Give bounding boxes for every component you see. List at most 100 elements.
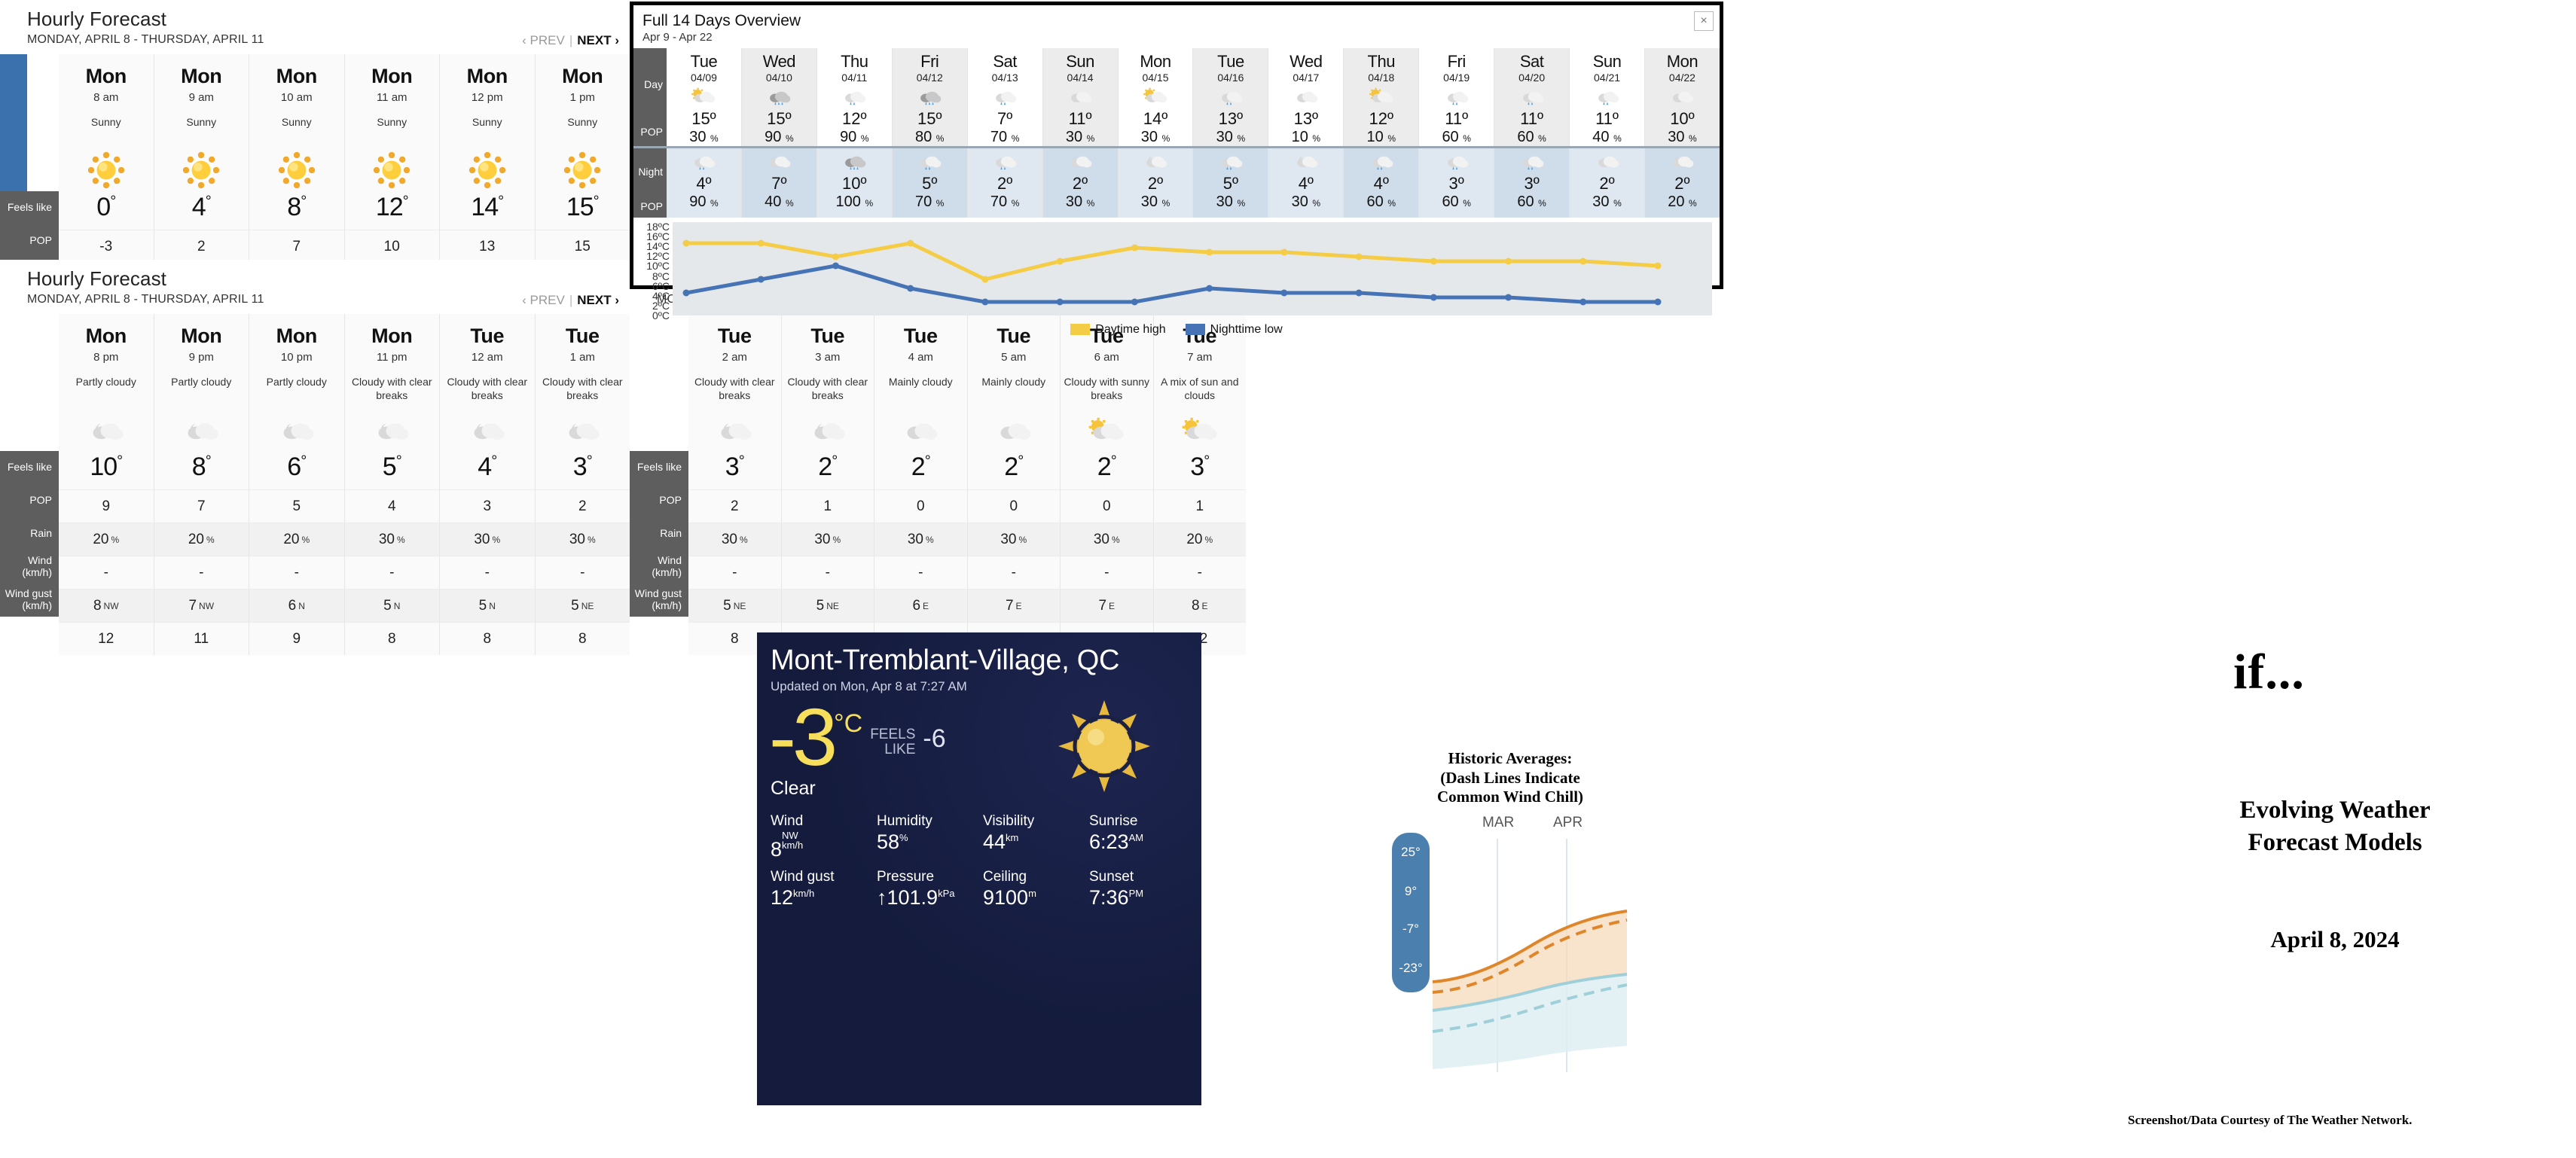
overview-day-column[interactable]: Tue 04/09 15º 30 %	[667, 48, 741, 146]
overview-dow: Sat	[993, 52, 1017, 71]
overview-day-column[interactable]: 4º 90 %	[667, 148, 741, 218]
overview-day-column[interactable]: Sun 04/14 11º 30 %	[1042, 48, 1118, 146]
overview-day-pop: 80 %	[914, 129, 945, 145]
hourly-panel-nav: ‹ PREV | NEXT ›	[522, 33, 619, 48]
overview-day-column[interactable]: Sun 04/21 11º 40 %	[1569, 48, 1644, 146]
column-wind-gust: 12	[59, 622, 154, 655]
detail-sunset: Sunset 7:36PM	[1089, 869, 1191, 910]
column-wind: 6E	[874, 589, 967, 622]
cloudy-clear-breaks-icon	[536, 407, 630, 453]
overview-day-column[interactable]: Fri 04/12 15º 80 %	[891, 48, 967, 146]
overview-day-column[interactable]: 10º 100 %	[816, 148, 892, 218]
full-14-days-overview: Full 14 Days Overview Apr 9 - Apr 22 × D…	[630, 2, 1723, 336]
column-condition: A mix of sun and clouds	[1160, 376, 1239, 401]
overview-night-row: Night POP 4º 90 % 7º 40 % 10º 100 % 5º 70 % 2º 70 %…	[633, 148, 1720, 218]
column-feels-like: 7	[154, 489, 249, 523]
overview-day-column[interactable]: Wed 04/17 13º 10 %	[1268, 48, 1343, 146]
column-temperature: 5°	[382, 453, 402, 481]
column-hour: 8 am	[93, 91, 119, 104]
overview-day-temp: 11º	[1595, 109, 1619, 128]
hourly-column[interactable]: Tue 6 am Cloudy with sunny breaks 2° 0 30% -7 E…	[1060, 314, 1153, 655]
hourly-column[interactable]: Mon 8 pm Partly cloudy 10° 9 20% -8 NW 12	[59, 314, 154, 655]
row-label-wind-km-h: Wind(km/h)	[0, 550, 59, 584]
hourly-column[interactable]: Tue 1 am Cloudy with clear breaks 3° 2 30% -5 N…	[534, 314, 630, 655]
overview-day-column[interactable]: 4º 30 %	[1268, 148, 1344, 218]
overview-day-column[interactable]: 2º 30 %	[1117, 148, 1193, 218]
overview-night-pop: 30 %	[1140, 194, 1170, 210]
overview-day-column[interactable]: 4º 60 %	[1343, 148, 1419, 218]
hourly-column[interactable]: Tue 3 am Cloudy with clear breaks 2° 1 30% -5 N…	[780, 314, 874, 655]
overview-day-pop: 30 %	[1065, 129, 1095, 145]
hourly-panel-header: Hourly ForecastMONDAY, APRIL 8 - THURSDA…	[0, 260, 630, 314]
prev-button[interactable]: ‹ PREV	[522, 33, 565, 47]
overview-day-column[interactable]: Sat 04/20 11º 60 %	[1494, 48, 1570, 146]
overview-day-column[interactable]: 3º 60 %	[1494, 148, 1570, 218]
hourly-column[interactable]: Tue7 amA mix of sun and clouds3°120%-8E1…	[1152, 314, 1247, 655]
overview-day-column[interactable]: 5º 70 %	[891, 148, 967, 218]
overview-day-column[interactable]: Fri 04/19 11º 60 %	[1418, 48, 1494, 146]
overview-day-column[interactable]: Thu 04/18 12º 10 %	[1343, 48, 1419, 146]
overview-day-pop: 90 %	[765, 129, 794, 145]
close-icon[interactable]: ×	[1694, 11, 1714, 31]
column-hour: 2 am	[722, 351, 747, 364]
current-conditions-card: Mont-Tremblant-Village, QC Updated on Mo…	[757, 632, 1201, 1105]
overview-day-pop: 30 %	[1668, 129, 1697, 145]
overview-day-column[interactable]: Wed 04/10 15º 90 %	[740, 48, 816, 146]
overview-day-column[interactable]: Mon 04/22 10º 30 %	[1644, 48, 1720, 146]
column-day: Mon	[276, 325, 318, 347]
column-feels-like: 2	[535, 489, 630, 523]
overview-day-grid: Day POP Tue 04/09 15º 30 % Wed 04/10 15º 90 % Thu 0…	[633, 48, 1720, 146]
hourly-column[interactable]: Tue5 amMainly cloudy2°030%-7E11	[966, 314, 1060, 655]
prev-button[interactable]: ‹ PREV	[522, 293, 565, 307]
column-day: Tue	[470, 325, 505, 347]
column-pop: 30%	[874, 523, 967, 556]
column-pop: 30%	[1061, 523, 1153, 556]
rain-cloud-icon	[1494, 148, 1569, 174]
column-feels-like: 9	[59, 489, 154, 523]
overview-day-column[interactable]: 2º 70 %	[966, 148, 1042, 218]
hourly-column[interactable]: Mon 11 pm Cloudy with clear breaks 5° 4 30% -5…	[343, 314, 439, 655]
row-label-wind-gust-km-h: Wind gust(km/h)	[0, 584, 59, 617]
sun-icon	[1055, 697, 1153, 799]
column-rain: -	[344, 556, 439, 589]
hourly-column[interactable]: Mon 10 pm Partly cloudy 6° 5 20% -6 N 9	[249, 314, 344, 655]
overview-day-column[interactable]: Tue 04/16 13º 30 %	[1192, 48, 1268, 146]
overview-day-column[interactable]: 5º 30 %	[1192, 148, 1268, 218]
overview-night-pop: 30 %	[1592, 194, 1622, 210]
detail-ceiling: Ceiling 9100m	[983, 869, 1085, 910]
hourly-column[interactable]: Tue 12 am Cloudy with clear breaks 4° 3 30% -5…	[439, 314, 535, 655]
next-button[interactable]: NEXT ›	[577, 33, 619, 47]
overview-day-column[interactable]: 2º 20 %	[1644, 148, 1720, 218]
column-condition: Partly cloudy	[171, 376, 232, 388]
overview-day-pop: 60 %	[1442, 129, 1471, 145]
overview-night-temp: 2º	[1599, 174, 1615, 193]
overview-day-column[interactable]: Mon 04/15 14º 30 %	[1117, 48, 1193, 146]
overview-date: 04/15	[1142, 72, 1169, 84]
detail-value: 6:23AM	[1089, 830, 1144, 853]
overview-day-temp: 7º	[997, 109, 1013, 128]
hourly-column[interactable]: Tue 2 am Cloudy with clear breaks 3° 2 30% -5 N…	[688, 314, 781, 655]
row-label-rain: Rain	[0, 517, 59, 550]
column-temperature: 2°	[911, 453, 931, 481]
sun-clouds-icon	[1154, 407, 1247, 453]
feels-like-line1: FEELS	[870, 727, 916, 742]
overview-day-column[interactable]: 7º 40 %	[740, 148, 816, 218]
column-wind-gust: 8	[344, 622, 439, 655]
overview-dow: Fri	[1447, 52, 1467, 71]
column-pop: 30%	[344, 523, 439, 556]
overview-day-column[interactable]: 2º 30 %	[1042, 148, 1118, 218]
overview-day-column[interactable]: 3º 60 %	[1418, 148, 1494, 218]
row-label-pop: POP	[0, 224, 59, 258]
overview-day-column[interactable]: 2º 30 %	[1569, 148, 1644, 218]
next-button[interactable]: NEXT ›	[577, 293, 619, 307]
hourly-column[interactable]: Tue4 amMainly cloudy2°030%-6E9	[874, 314, 967, 655]
rain-cloud-heavy-icon	[742, 84, 816, 109]
cloudy-icon	[1268, 84, 1343, 109]
column-day: Mon	[85, 65, 127, 87]
overview-dow: Tue	[1217, 52, 1244, 71]
overview-day-column[interactable]: Thu 04/11 12º 90 %	[816, 48, 892, 146]
hourly-column[interactable]: Mon 9 pm Partly cloudy 8° 7 20% -7 NW 11	[153, 314, 249, 655]
overview-date: 04/09	[690, 72, 717, 84]
overview-night-temp: 2º	[1147, 174, 1164, 193]
overview-day-column[interactable]: Sat 04/13 7º 70 %	[966, 48, 1042, 146]
